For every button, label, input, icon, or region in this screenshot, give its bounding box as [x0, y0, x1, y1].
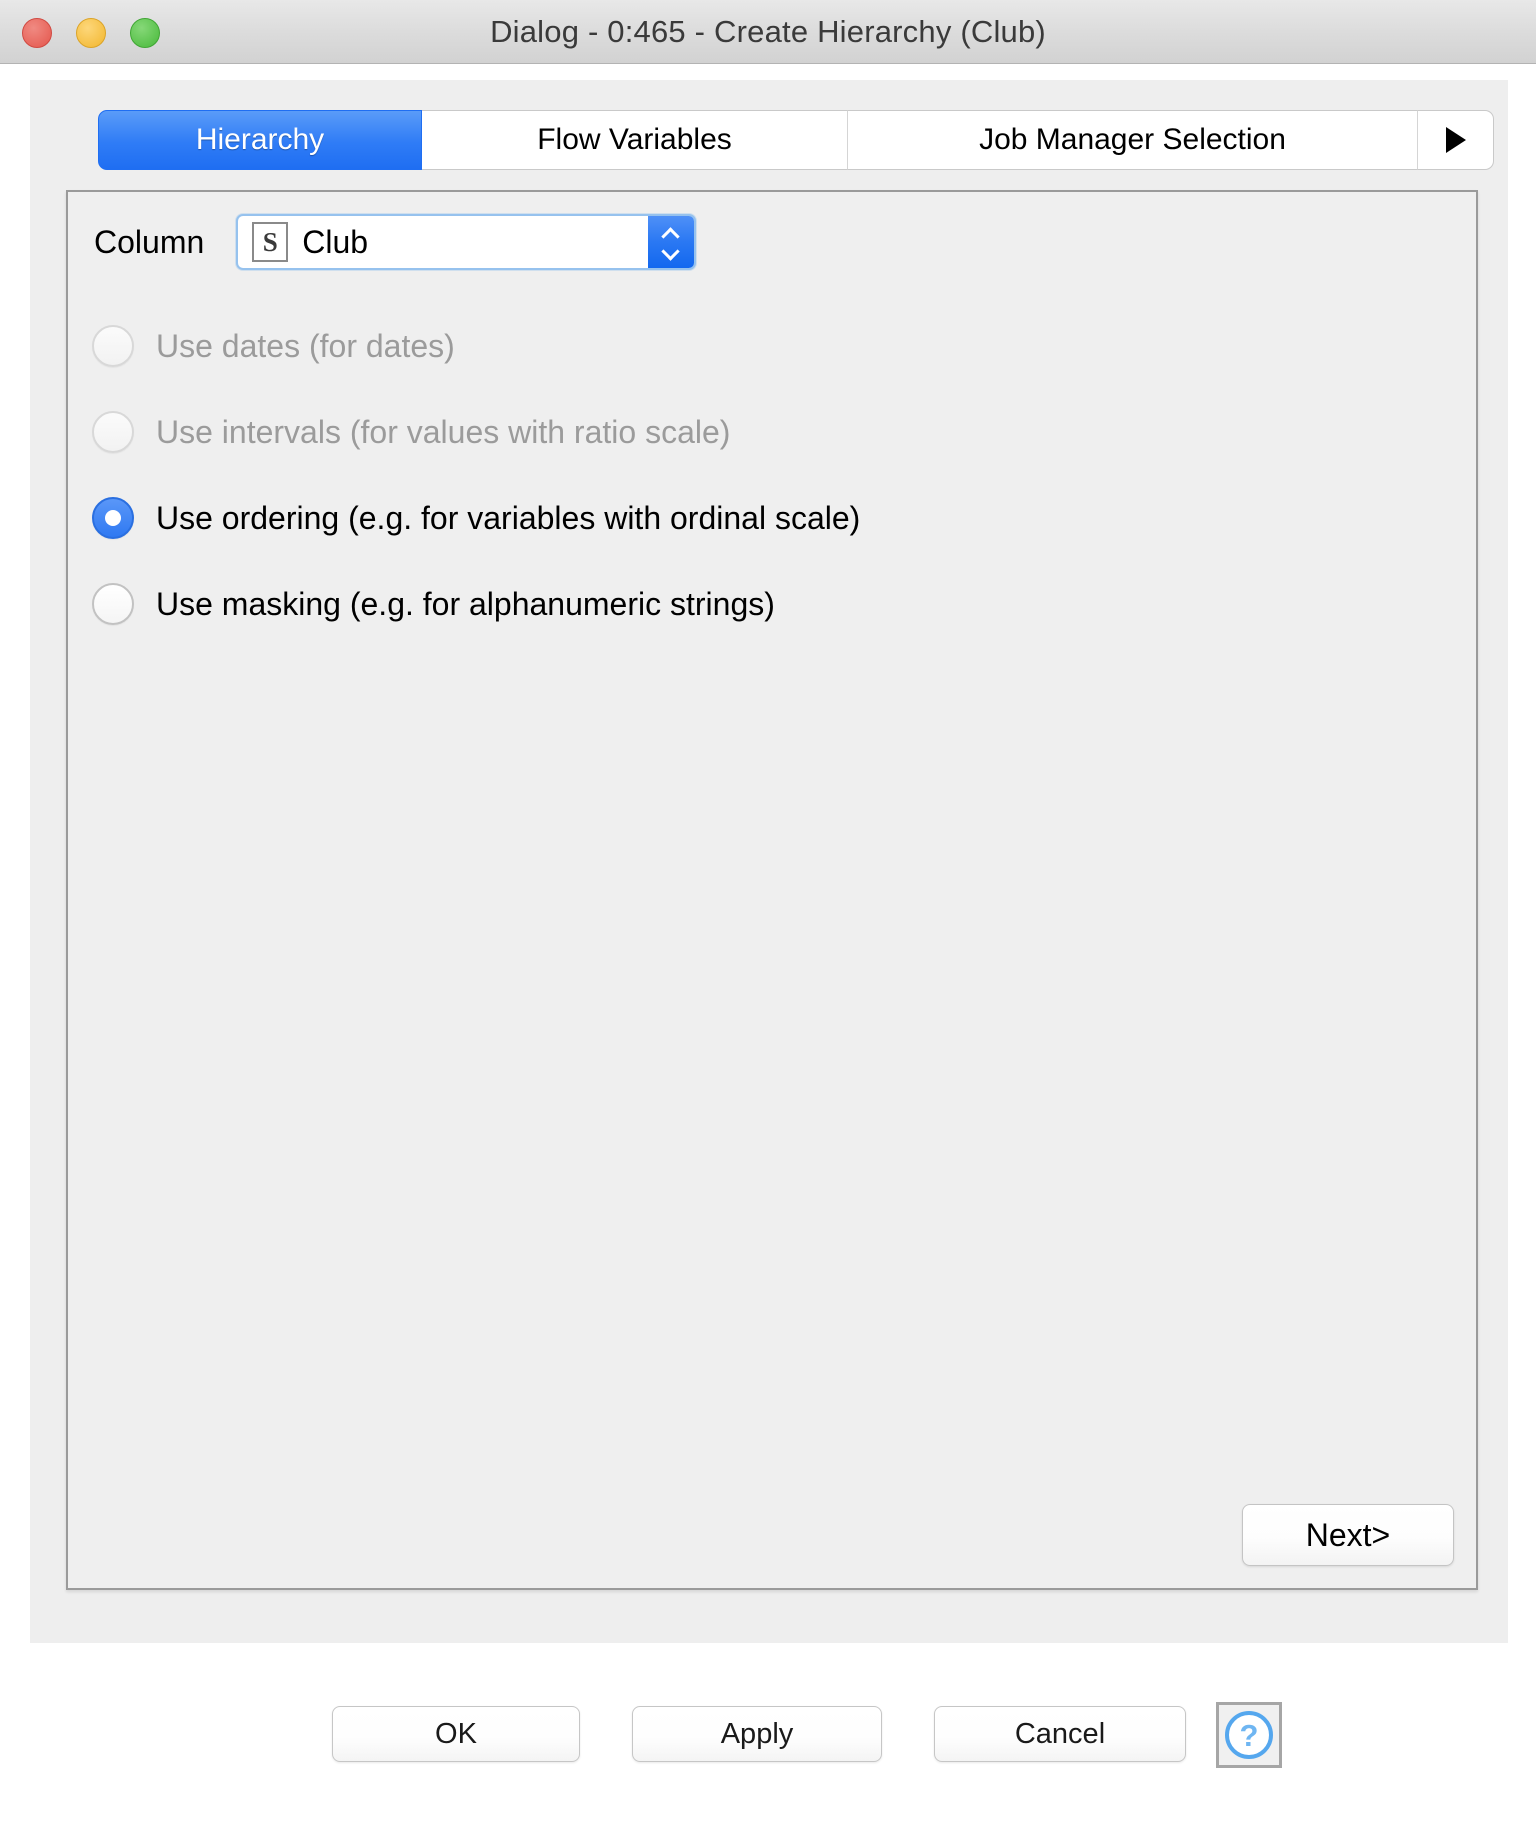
tab-scroll-right-button[interactable]	[1418, 110, 1494, 170]
chevron-down-icon	[663, 246, 679, 255]
radio-use-ordering-label: Use ordering (e.g. for variables with or…	[156, 499, 861, 536]
column-selected-value: Club	[302, 223, 369, 260]
tab-flow-variables-label: Flow Variables	[537, 123, 732, 156]
chevron-right-icon	[1445, 127, 1466, 153]
chevron-up-icon	[663, 229, 679, 238]
help-icon: ?	[1225, 1711, 1273, 1759]
cancel-button[interactable]: Cancel	[934, 1706, 1186, 1762]
radio-use-intervals-label: Use intervals (for values with ratio sca…	[156, 413, 731, 450]
apply-button[interactable]: Apply	[632, 1706, 882, 1762]
radio-row-use-ordering[interactable]: Use ordering (e.g. for variables with or…	[92, 494, 1392, 542]
column-select[interactable]: S Club	[236, 214, 697, 270]
radio-use-ordering[interactable]	[92, 497, 134, 539]
ok-button[interactable]: OK	[332, 1706, 580, 1762]
dialog-footer: OK Apply Cancel ?	[0, 1700, 1536, 1780]
tab-job-manager-selection[interactable]: Job Manager Selection	[848, 110, 1418, 170]
radio-use-masking-label: Use masking (e.g. for alphanumeric strin…	[156, 585, 775, 622]
tab-job-manager-selection-label: Job Manager Selection	[979, 123, 1286, 156]
radio-row-use-masking[interactable]: Use masking (e.g. for alphanumeric strin…	[92, 580, 1392, 628]
tab-flow-variables[interactable]: Flow Variables	[422, 110, 848, 170]
radio-use-dates-label: Use dates (for dates)	[156, 327, 455, 364]
column-select-stepper[interactable]	[648, 216, 695, 268]
window-title: Dialog - 0:465 - Create Hierarchy (Club)	[490, 14, 1046, 49]
tab-bar: Hierarchy Flow Variables Job Manager Sel…	[98, 110, 1494, 170]
hierarchy-content-panel: Column S Club Use dates (for dates) Use …	[66, 190, 1478, 1590]
radio-row-use-dates[interactable]: Use dates (for dates)	[92, 322, 1392, 370]
radio-use-intervals[interactable]	[92, 411, 134, 453]
dialog-body: Hierarchy Flow Variables Job Manager Sel…	[30, 80, 1508, 1643]
tab-hierarchy-label: Hierarchy	[195, 123, 325, 156]
hierarchy-mode-radio-group: Use dates (for dates) Use intervals (for…	[92, 322, 1392, 628]
column-label: Column	[94, 223, 205, 260]
radio-use-masking[interactable]	[92, 583, 134, 625]
next-button[interactable]: Next>	[1242, 1504, 1454, 1566]
radio-use-dates[interactable]	[92, 325, 134, 367]
title-bar: Dialog - 0:465 - Create Hierarchy (Club)	[0, 0, 1536, 64]
string-type-icon: S	[252, 222, 289, 262]
dialog-window: Dialog - 0:465 - Create Hierarchy (Club)…	[0, 0, 1536, 1827]
help-button[interactable]: ?	[1216, 1702, 1282, 1768]
column-row: Column S Club	[94, 214, 697, 270]
radio-row-use-intervals[interactable]: Use intervals (for values with ratio sca…	[92, 408, 1392, 456]
tab-hierarchy[interactable]: Hierarchy	[98, 110, 422, 170]
